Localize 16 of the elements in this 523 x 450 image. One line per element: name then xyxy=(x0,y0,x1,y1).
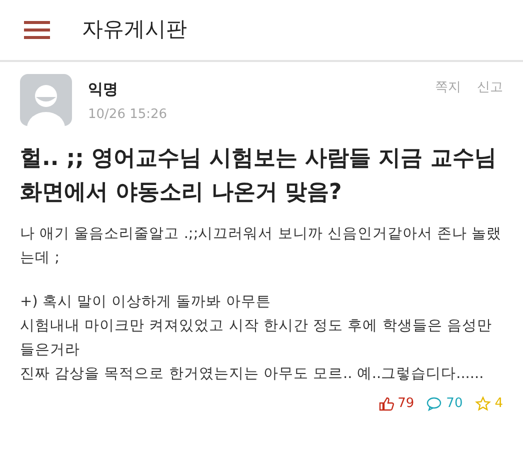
board-title: 자유게시판 xyxy=(82,16,187,44)
menu-icon[interactable] xyxy=(24,21,50,39)
comment-count: 70 xyxy=(446,395,463,413)
comment-icon xyxy=(426,396,442,412)
star-icon xyxy=(474,396,491,412)
author-name: 익명 xyxy=(88,79,119,100)
action-link[interactable]: 쪽지 xyxy=(435,78,461,98)
like-icon xyxy=(378,396,394,412)
scrap-count: 4 xyxy=(494,395,503,413)
post-paragraph: 나 애기 울음소리줄알고 .;;시끄러워서 보니까 신음인거같아서 존나 놀랬는데 ; xyxy=(20,225,503,268)
like-count: 79 xyxy=(398,395,414,413)
action-link[interactable]: 신고 xyxy=(477,78,503,98)
post-date: 10/26 15:26 xyxy=(88,106,168,124)
post-title: 헐.. ;; 영어교수님 시험보는 사람들 지금 교수님 화면에서 야동소리 나온거 맞음? xyxy=(20,145,498,207)
post-paragraph: +) 혹시 말이 이상하게 돌까봐 아무튼 시험내내 마이크만 켜져있었고 시작 한시간 정도 후에 학생들은 음성만 들은거라 진짜 감상을 목적으로 한거였는지는 아무도 모르.. 예..그렇습디다...... xyxy=(20,293,493,384)
avatar-icon xyxy=(20,74,72,126)
